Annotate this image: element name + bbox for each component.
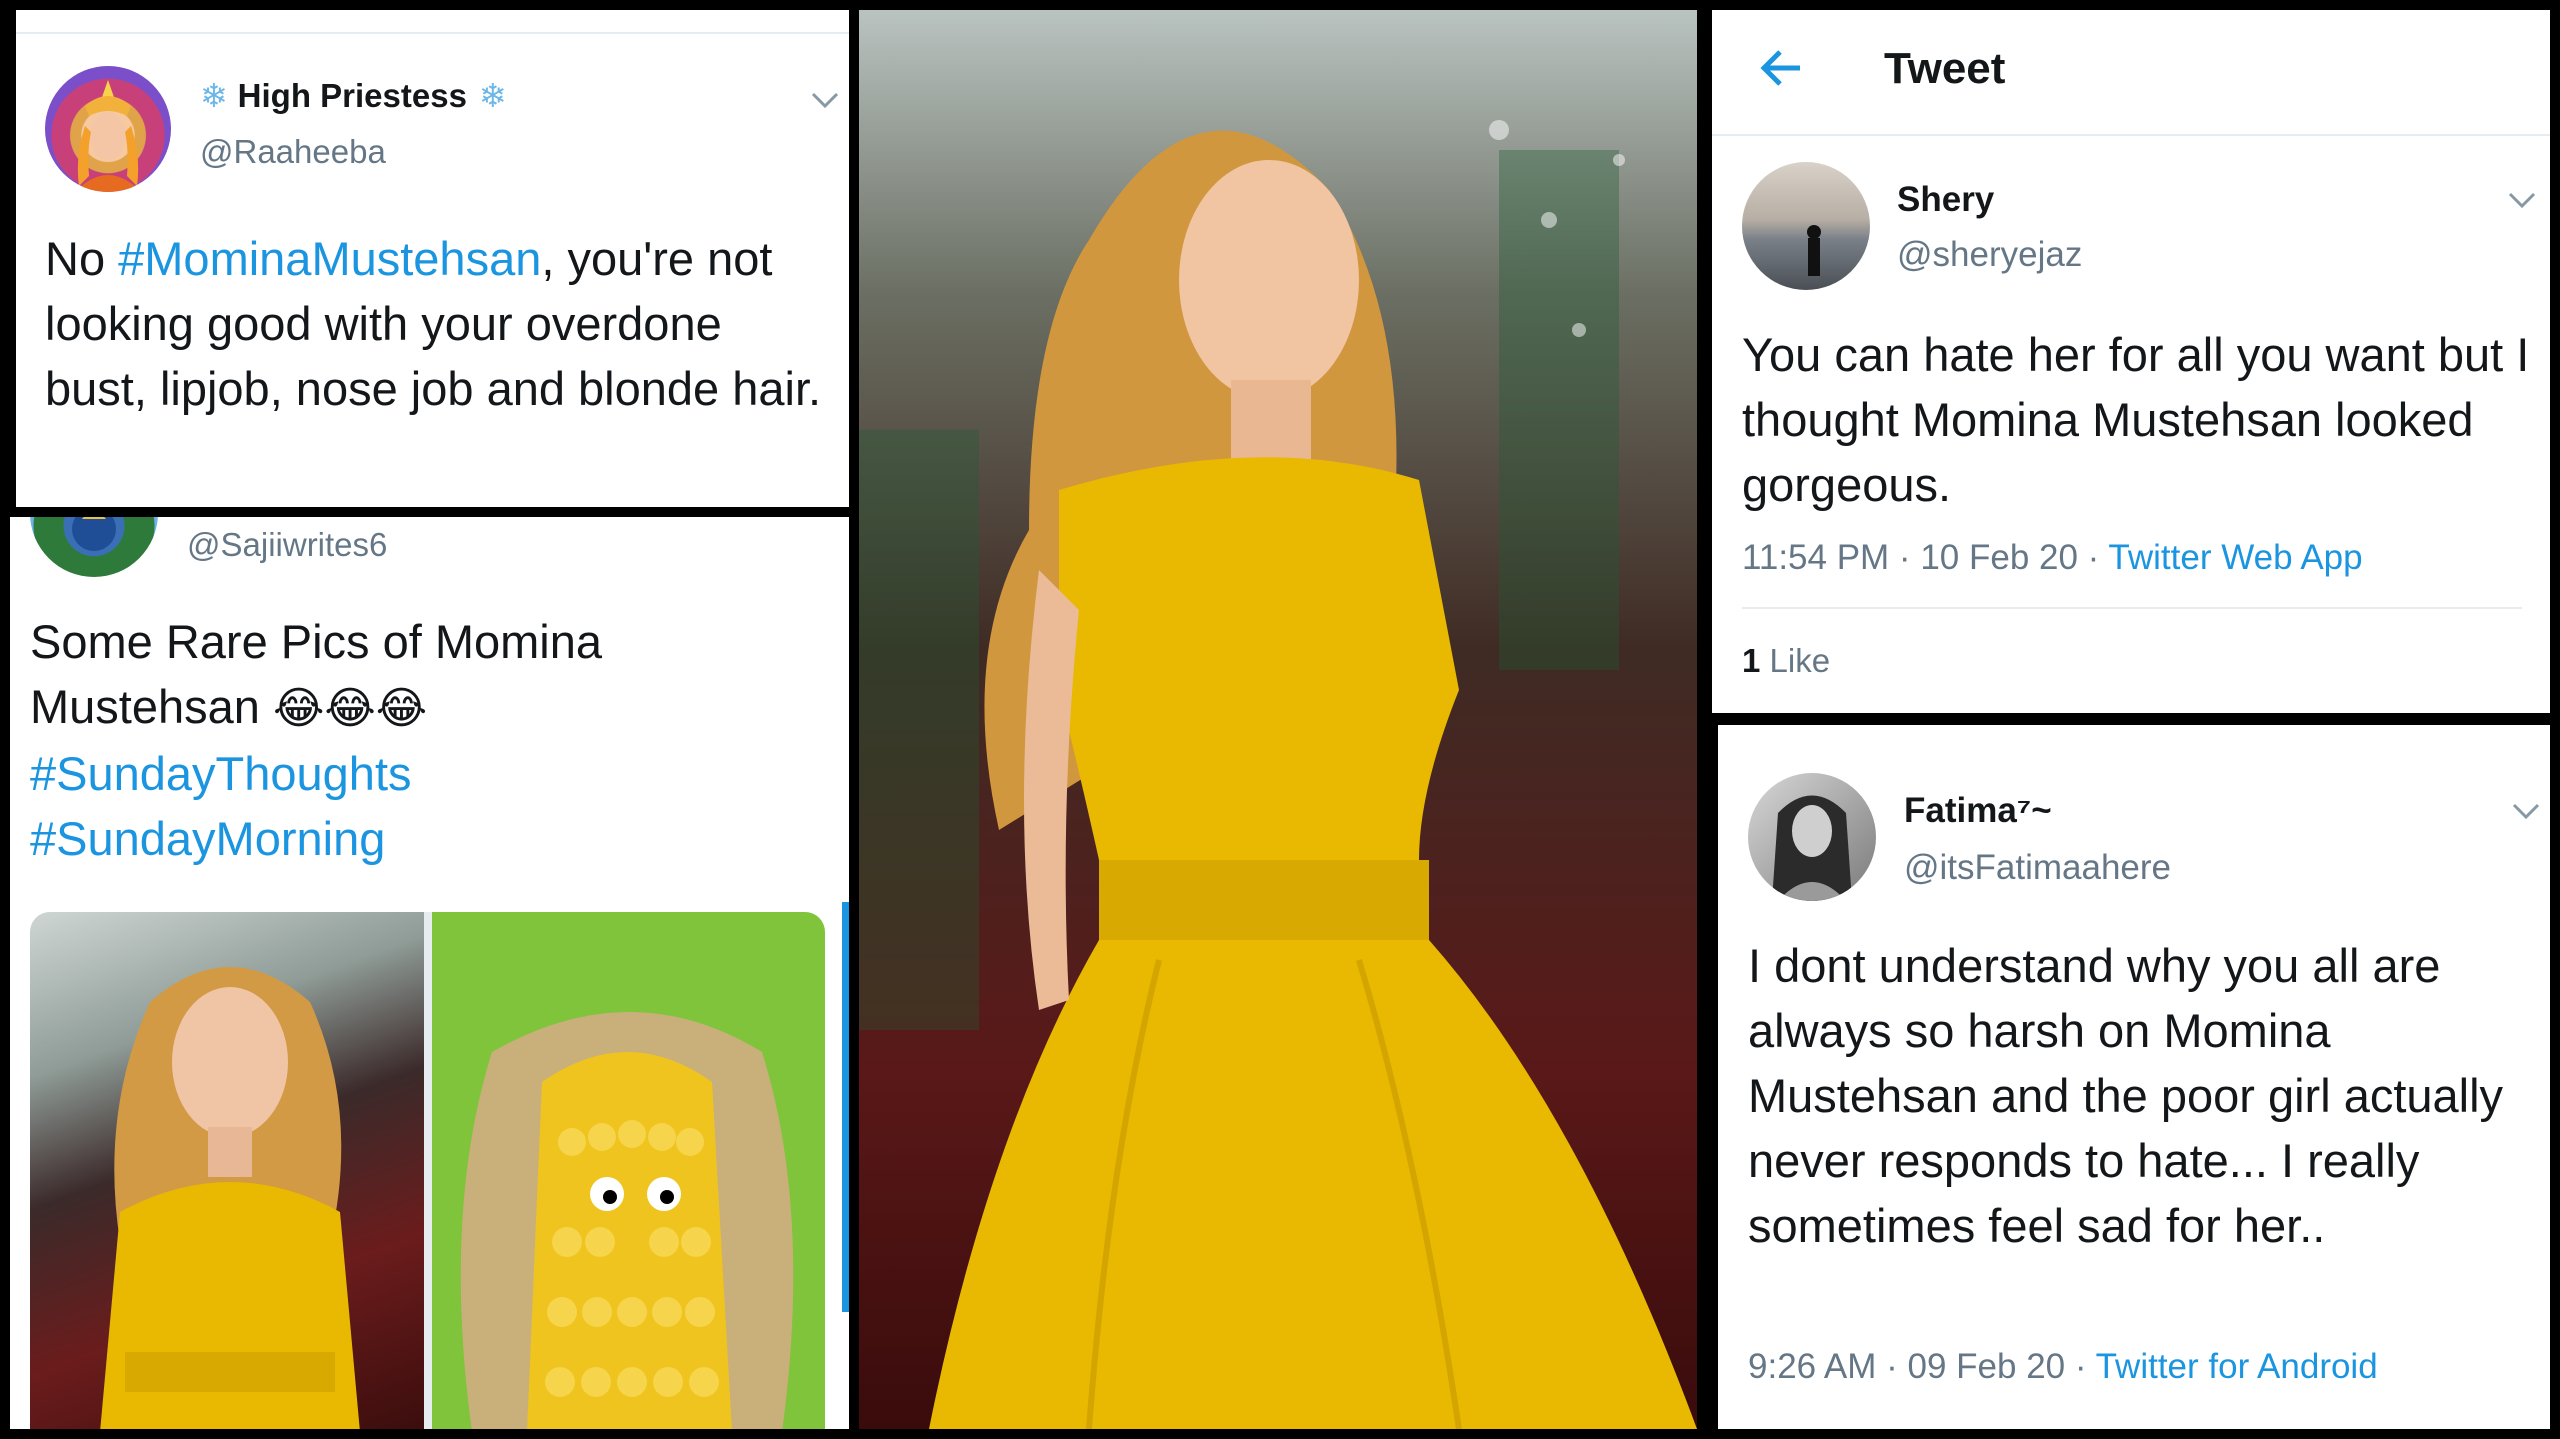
user-handle[interactable]: @Sajiiwrites6 [187, 526, 387, 564]
laughing-emoji: 😂😂😂 [272, 684, 428, 733]
tweet-timestamp: 9:26 AM · 09 Feb 20 · Twitter for Androi… [1748, 1347, 2378, 1386]
hashtag-link[interactable]: #MominaMustehsan [118, 232, 541, 285]
likes-count[interactable]: 1 Like [1742, 642, 1830, 680]
user-handle[interactable]: @sheryejaz [1897, 235, 2082, 275]
woman-illustration [859, 120, 1697, 1429]
snowflake-icon: ❄ [200, 77, 228, 114]
corn-illustration [460, 1012, 794, 1429]
avatar-illustration [1772, 795, 1852, 901]
tweet-card-shery: Tweet Shery @sheryejaz You can hate her … [1712, 10, 2550, 713]
avatar-illustration [1807, 225, 1821, 276]
avatar[interactable] [1748, 773, 1876, 901]
hashtag-link[interactable]: #SundayThoughts [30, 741, 830, 806]
avatar[interactable] [45, 66, 171, 192]
tweet-media[interactable] [30, 912, 825, 1429]
avatar-illustration [75, 80, 141, 192]
scrollbar[interactable] [842, 902, 849, 1312]
avatar[interactable] [1742, 162, 1870, 290]
tweet-timestamp: 11:54 PM · 10 Feb 20 · Twitter Web App [1742, 538, 2363, 577]
tweet-header: Tweet [1712, 10, 2550, 136]
header-title: Tweet [1884, 44, 2006, 93]
display-name[interactable]: High Priestess [238, 77, 467, 115]
source-link[interactable]: Twitter for Android [2096, 1347, 2378, 1386]
avatar[interactable] [30, 517, 158, 577]
main-photo-woman-yellow-dress [859, 10, 1697, 1429]
tweet-text: I dont understand why you all are always… [1748, 939, 2504, 1252]
tweet-card-fatima: Fatima⁷~ @itsFatimaahere I dont understa… [1718, 725, 2550, 1429]
chevron-down-icon[interactable] [2512, 801, 2540, 821]
display-name[interactable]: Fatima⁷~ [1904, 791, 2052, 831]
chevron-down-icon[interactable] [811, 90, 839, 110]
avatar-illustration [72, 517, 116, 551]
display-name[interactable]: Shery [1897, 180, 1994, 220]
tweet-card-sajiiwrites: @Sajiiwrites6 Some Rare Pics of Momina M… [10, 517, 849, 1429]
tweet-text: Some Rare Pics of Momina Mustehsan 😂😂😂 #… [30, 609, 830, 871]
snowflake-icon: ❄ [478, 77, 507, 114]
tweet-text: You can hate her for all you want but I … [1742, 328, 2530, 511]
user-info: ❄ High Priestess ❄ @Raaheeba [200, 76, 507, 171]
divider [1742, 607, 2522, 609]
tweet-text: No #MominaMustehsan, you're not looking … [45, 232, 822, 415]
source-link[interactable]: Twitter Web App [2108, 538, 2362, 577]
tweet-card-high-priestess: ❄ High Priestess ❄ @Raaheeba No #MominaM… [16, 10, 849, 507]
hashtag-link[interactable]: #SundayMorning [30, 806, 830, 871]
chevron-down-icon[interactable] [2508, 190, 2536, 210]
media-photo-corn[interactable] [432, 912, 825, 1429]
woman-illustration [100, 967, 360, 1429]
user-handle[interactable]: @itsFatimaahere [1904, 848, 2171, 888]
divider [16, 32, 849, 34]
media-photo-woman[interactable] [30, 912, 424, 1429]
back-arrow-icon[interactable] [1760, 48, 1804, 88]
user-handle[interactable]: @Raaheeba [200, 133, 507, 171]
